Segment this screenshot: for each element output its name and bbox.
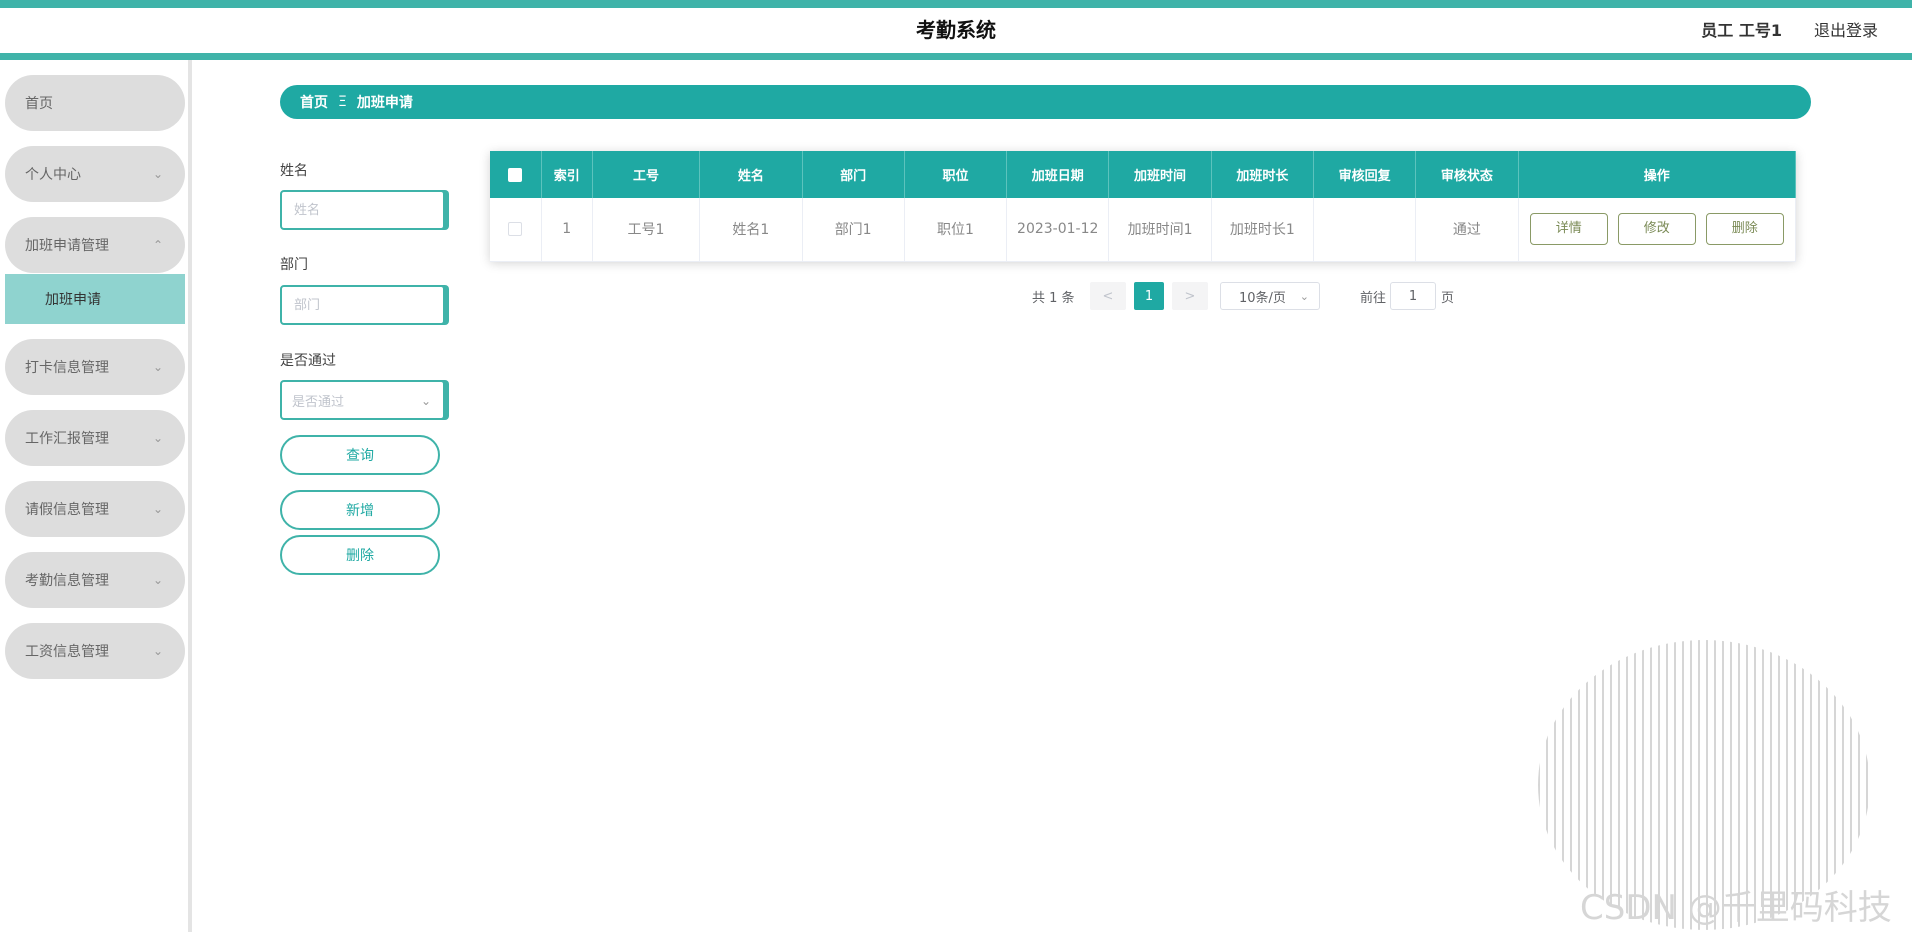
add-button[interactable]: 新增 xyxy=(280,490,440,530)
cell-emp-no: 工号1 xyxy=(592,198,701,262)
dept-filter-label: 部门 xyxy=(280,257,308,273)
prev-page-button[interactable]: < xyxy=(1090,282,1126,310)
column-header: 姓名 xyxy=(699,151,803,198)
app-title: 考勤系统 xyxy=(916,18,996,42)
chevron-down-icon: ⌄ xyxy=(152,360,163,374)
select-all-checkbox[interactable] xyxy=(508,167,523,182)
top-header: 考勤系统 员工 工号1 退出登录 xyxy=(0,0,1912,60)
cell-dept: 部门1 xyxy=(802,198,905,262)
row-checkbox[interactable] xyxy=(508,222,523,237)
name-filter-label: 姓名 xyxy=(280,163,308,179)
chevron-up-icon: ⌃ xyxy=(152,238,163,252)
pass-filter-select[interactable]: 是否通过 ⌄ xyxy=(280,380,445,420)
current-user-label: 员工 工号1 xyxy=(1701,21,1782,40)
pagination-total: 共 1 条 xyxy=(1032,290,1075,306)
column-header: 部门 xyxy=(802,151,905,198)
next-page-button[interactable]: > xyxy=(1172,282,1208,310)
cell-date: 2023-01-12 xyxy=(1006,198,1110,262)
select-all-cell xyxy=(490,151,542,198)
chevron-down-icon: ⌄ xyxy=(152,167,163,181)
chevron-down-icon: ⌄ xyxy=(152,431,163,445)
logout-button[interactable]: 退出登录 xyxy=(1814,8,1878,53)
page-size-value: 10条/页 xyxy=(1239,290,1286,306)
column-header: 索引 xyxy=(541,151,593,198)
sidebar-item-leave[interactable]: 请假信息管理 ⌄ xyxy=(5,481,185,537)
overtime-table: 索引 工号 姓名 部门 职位 加班日期 加班时间 加班时长 审核回复 审核状态 … xyxy=(490,151,1797,262)
cell-status: 通过 xyxy=(1415,198,1519,262)
pass-filter-placeholder: 是否通过 xyxy=(292,394,345,410)
cell-index: 1 xyxy=(541,198,593,262)
sidebar-item-label: 打卡信息管理 xyxy=(25,360,109,376)
row-delete-button[interactable]: 删除 xyxy=(1705,213,1784,246)
detail-button[interactable]: 详情 xyxy=(1529,213,1608,246)
breadcrumb-home[interactable]: 首页 xyxy=(300,92,328,112)
pass-filter-label: 是否通过 xyxy=(280,353,336,369)
column-header: 职位 xyxy=(904,151,1008,198)
sidebar-item-overtime[interactable]: 加班申请管理 ⌃ xyxy=(5,217,185,273)
page-number-button[interactable]: 1 xyxy=(1134,282,1164,310)
sidebar-item-report[interactable]: 工作汇报管理 ⌄ xyxy=(5,410,185,466)
sidebar-subitem-overtime-apply[interactable]: 加班申请 xyxy=(5,274,185,324)
sidebar-item-label: 加班申请管理 xyxy=(25,238,109,254)
sidebar-item-salary[interactable]: 工资信息管理 ⌄ xyxy=(5,623,185,679)
cell-name: 姓名1 xyxy=(699,198,803,262)
sidebar-item-home[interactable]: 首页 xyxy=(5,75,185,131)
breadcrumb: 首页 Ξ 加班申请 xyxy=(280,85,1811,119)
sidebar-item-profile[interactable]: 个人中心 ⌄ xyxy=(5,146,185,202)
column-header: 审核回复 xyxy=(1313,151,1417,198)
breadcrumb-current: 加班申请 xyxy=(356,95,413,111)
cell-reply xyxy=(1313,198,1417,262)
sidebar-item-attendance[interactable]: 考勤信息管理 ⌄ xyxy=(5,552,185,608)
cell-actions: 详情 修改 删除 xyxy=(1518,198,1797,262)
page-size-select[interactable]: 10条/页 ⌄ xyxy=(1220,282,1320,310)
chevron-down-icon: ⌄ xyxy=(152,573,163,587)
column-header: 工号 xyxy=(592,151,701,198)
cell-duration: 加班时长1 xyxy=(1211,198,1314,262)
goto-label: 前往 xyxy=(1360,290,1387,306)
dept-filter-input[interactable] xyxy=(280,285,445,325)
column-header: 加班时间 xyxy=(1108,151,1212,198)
goto-page-input[interactable]: 1 xyxy=(1390,282,1436,310)
column-header: 加班时长 xyxy=(1211,151,1314,198)
cell-time: 加班时间1 xyxy=(1108,198,1212,262)
watermark-text: CSDN @千里码科技 xyxy=(1580,888,1892,928)
chevron-down-icon: ⌄ xyxy=(152,502,163,516)
chevron-down-icon: ⌄ xyxy=(1299,289,1309,303)
sidebar-item-label: 考勤信息管理 xyxy=(25,573,109,589)
page-suffix-label: 页 xyxy=(1441,290,1455,306)
table-header-row: 索引 工号 姓名 部门 职位 加班日期 加班时间 加班时长 审核回复 审核状态 … xyxy=(490,151,1797,198)
column-header: 操作 xyxy=(1518,151,1797,198)
table-row: 1 工号1 姓名1 部门1 职位1 2023-01-12 加班时间1 加班时长1… xyxy=(490,198,1797,262)
cell-position: 职位1 xyxy=(904,198,1008,262)
column-header: 审核状态 xyxy=(1415,151,1519,198)
sidebar-item-label: 首页 xyxy=(25,96,53,112)
sidebar: 首页 个人中心 ⌄ 加班申请管理 ⌃ 加班申请 打卡信息管理 ⌄ 工作汇报管理 … xyxy=(0,60,192,932)
row-select-cell xyxy=(490,198,542,262)
sidebar-item-label: 请假信息管理 xyxy=(25,502,109,518)
chevron-down-icon: ⌄ xyxy=(152,644,163,658)
column-header: 加班日期 xyxy=(1006,151,1110,198)
sidebar-item-label: 个人中心 xyxy=(25,167,81,183)
breadcrumb-separator-icon: Ξ xyxy=(338,94,347,110)
query-button[interactable]: 查询 xyxy=(280,435,440,475)
edit-button[interactable]: 修改 xyxy=(1617,213,1696,246)
sidebar-item-label: 工资信息管理 xyxy=(25,644,109,660)
chevron-down-icon: ⌄ xyxy=(420,394,431,408)
sidebar-item-label: 工作汇报管理 xyxy=(25,431,109,447)
sidebar-item-checkin[interactable]: 打卡信息管理 ⌄ xyxy=(5,339,185,395)
delete-button[interactable]: 删除 xyxy=(280,535,440,575)
name-filter-input[interactable] xyxy=(280,190,445,230)
